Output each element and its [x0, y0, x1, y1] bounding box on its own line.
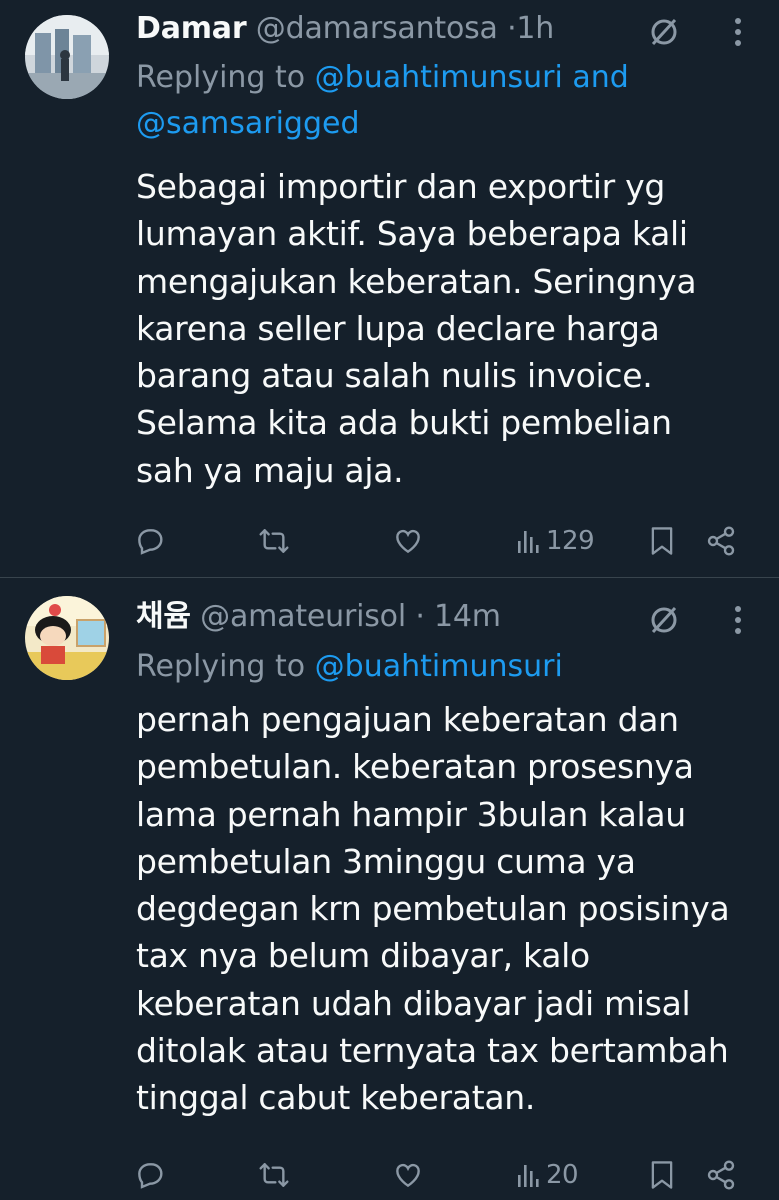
tweet-text-line: mengajukan keberatan. Seringnya [136, 261, 697, 301]
reply-button[interactable] [134, 518, 166, 564]
tweet-text: pernah pengajuan keberatan dan pembetula… [136, 696, 766, 1122]
action-bar: 20 [0, 1152, 779, 1198]
retweet-icon [259, 1163, 289, 1187]
tweet-damar[interactable]: Damar @damarsantosa ·1h Replying to @bua… [0, 0, 779, 577]
grok-icon[interactable] [642, 598, 686, 642]
grok-icon[interactable] [642, 10, 686, 54]
views-button[interactable]: 129 [516, 518, 595, 564]
retweet-button[interactable] [258, 518, 290, 564]
action-bar: 129 [0, 518, 779, 564]
like-icon [396, 529, 420, 554]
tweet-text-line: barang atau salah nulis invoice. [136, 356, 653, 396]
more-options-icon[interactable] [718, 10, 758, 54]
share-button[interactable] [705, 1152, 737, 1198]
views-count: 129 [546, 526, 595, 556]
separator: · [415, 599, 425, 634]
replying-to: Replying to @buahtimunsuri and @samsarig… [136, 55, 736, 147]
reply-mentions-line2[interactable]: @samsarigged [136, 106, 360, 141]
views-icon [518, 531, 539, 553]
tweet-text-line: lama pernah hampir 3bulan kalau [136, 794, 686, 834]
tweet-header: Damar @damarsantosa ·1h [136, 10, 554, 48]
share-button[interactable] [705, 518, 737, 564]
bookmark-icon [651, 527, 673, 555]
tweet-time[interactable]: 1h [516, 11, 554, 46]
reply-mentions-line1[interactable]: @buahtimunsuri and [315, 60, 629, 95]
tweet-text-line: keberatan udah dibayar jadi misal [136, 983, 691, 1023]
bookmark-button[interactable] [648, 1152, 676, 1198]
views-button[interactable]: 20 [516, 1152, 579, 1198]
views-count: 20 [546, 1160, 579, 1190]
more-options-icon[interactable] [718, 598, 758, 642]
reply-icon [138, 529, 163, 555]
tweet-text-line: tinggal cabut keberatan. [136, 1078, 536, 1118]
tweet-text-line: ditolak atau ternyata tax bertambah [136, 1031, 729, 1071]
retweet-button[interactable] [258, 1152, 290, 1198]
tweet-text-line: Sebagai importir dan exportir yg [136, 167, 666, 206]
reply-button[interactable] [134, 1152, 166, 1198]
tweet-text: Sebagai importir dan exportir yg lumayan… [136, 163, 766, 494]
author-handle[interactable]: @amateurisol [200, 599, 406, 634]
avatar[interactable] [25, 596, 109, 680]
reply-mentions-line1[interactable]: @buahtimunsuri [315, 649, 563, 684]
replying-to-label: Replying to [136, 649, 315, 684]
views-icon [518, 1165, 539, 1187]
share-icon [707, 526, 735, 556]
tweet-text-line: pernah pengajuan keberatan dan [136, 700, 679, 739]
tweet-text-line: Selama kita ada bukti pembelian [136, 403, 672, 443]
like-icon [396, 1163, 420, 1188]
replying-to-label: Replying to [136, 60, 315, 95]
tweet-text-line: pembetulan 3minggu cuma ya [136, 841, 636, 881]
tweet-text-line: lumayan aktif. Saya beberapa kali [136, 214, 688, 254]
tweet-text-line: tax nya belum dibayar, kalo [136, 936, 590, 976]
tweet-chaeyum[interactable]: 채윰 @amateurisol · 14m Replying to @buaht… [0, 578, 779, 1200]
tweet-text-line: sah ya maju aja. [136, 450, 404, 490]
replying-to: Replying to @buahtimunsuri [136, 644, 736, 690]
bookmark-icon [651, 1161, 673, 1189]
avatar[interactable] [25, 15, 109, 99]
tweet-header: 채윰 @amateurisol · 14m [136, 598, 501, 636]
author-name[interactable]: Damar [136, 11, 247, 46]
like-button[interactable] [392, 518, 424, 564]
share-icon [707, 1160, 735, 1190]
retweet-icon [259, 529, 289, 553]
tweet-text-line: degdegan krn pembetulan posisinya [136, 889, 730, 929]
tweet-time[interactable]: 14m [434, 599, 501, 634]
reply-icon [138, 1163, 163, 1189]
bookmark-button[interactable] [648, 518, 676, 564]
like-button[interactable] [392, 1152, 424, 1198]
author-name[interactable]: 채윰 [136, 599, 191, 634]
author-handle[interactable]: @damarsantosa [256, 11, 498, 46]
tweet-text-line: karena seller lupa declare harga [136, 308, 660, 348]
tweet-text-line: pembetulan. keberatan prosesnya [136, 747, 694, 787]
